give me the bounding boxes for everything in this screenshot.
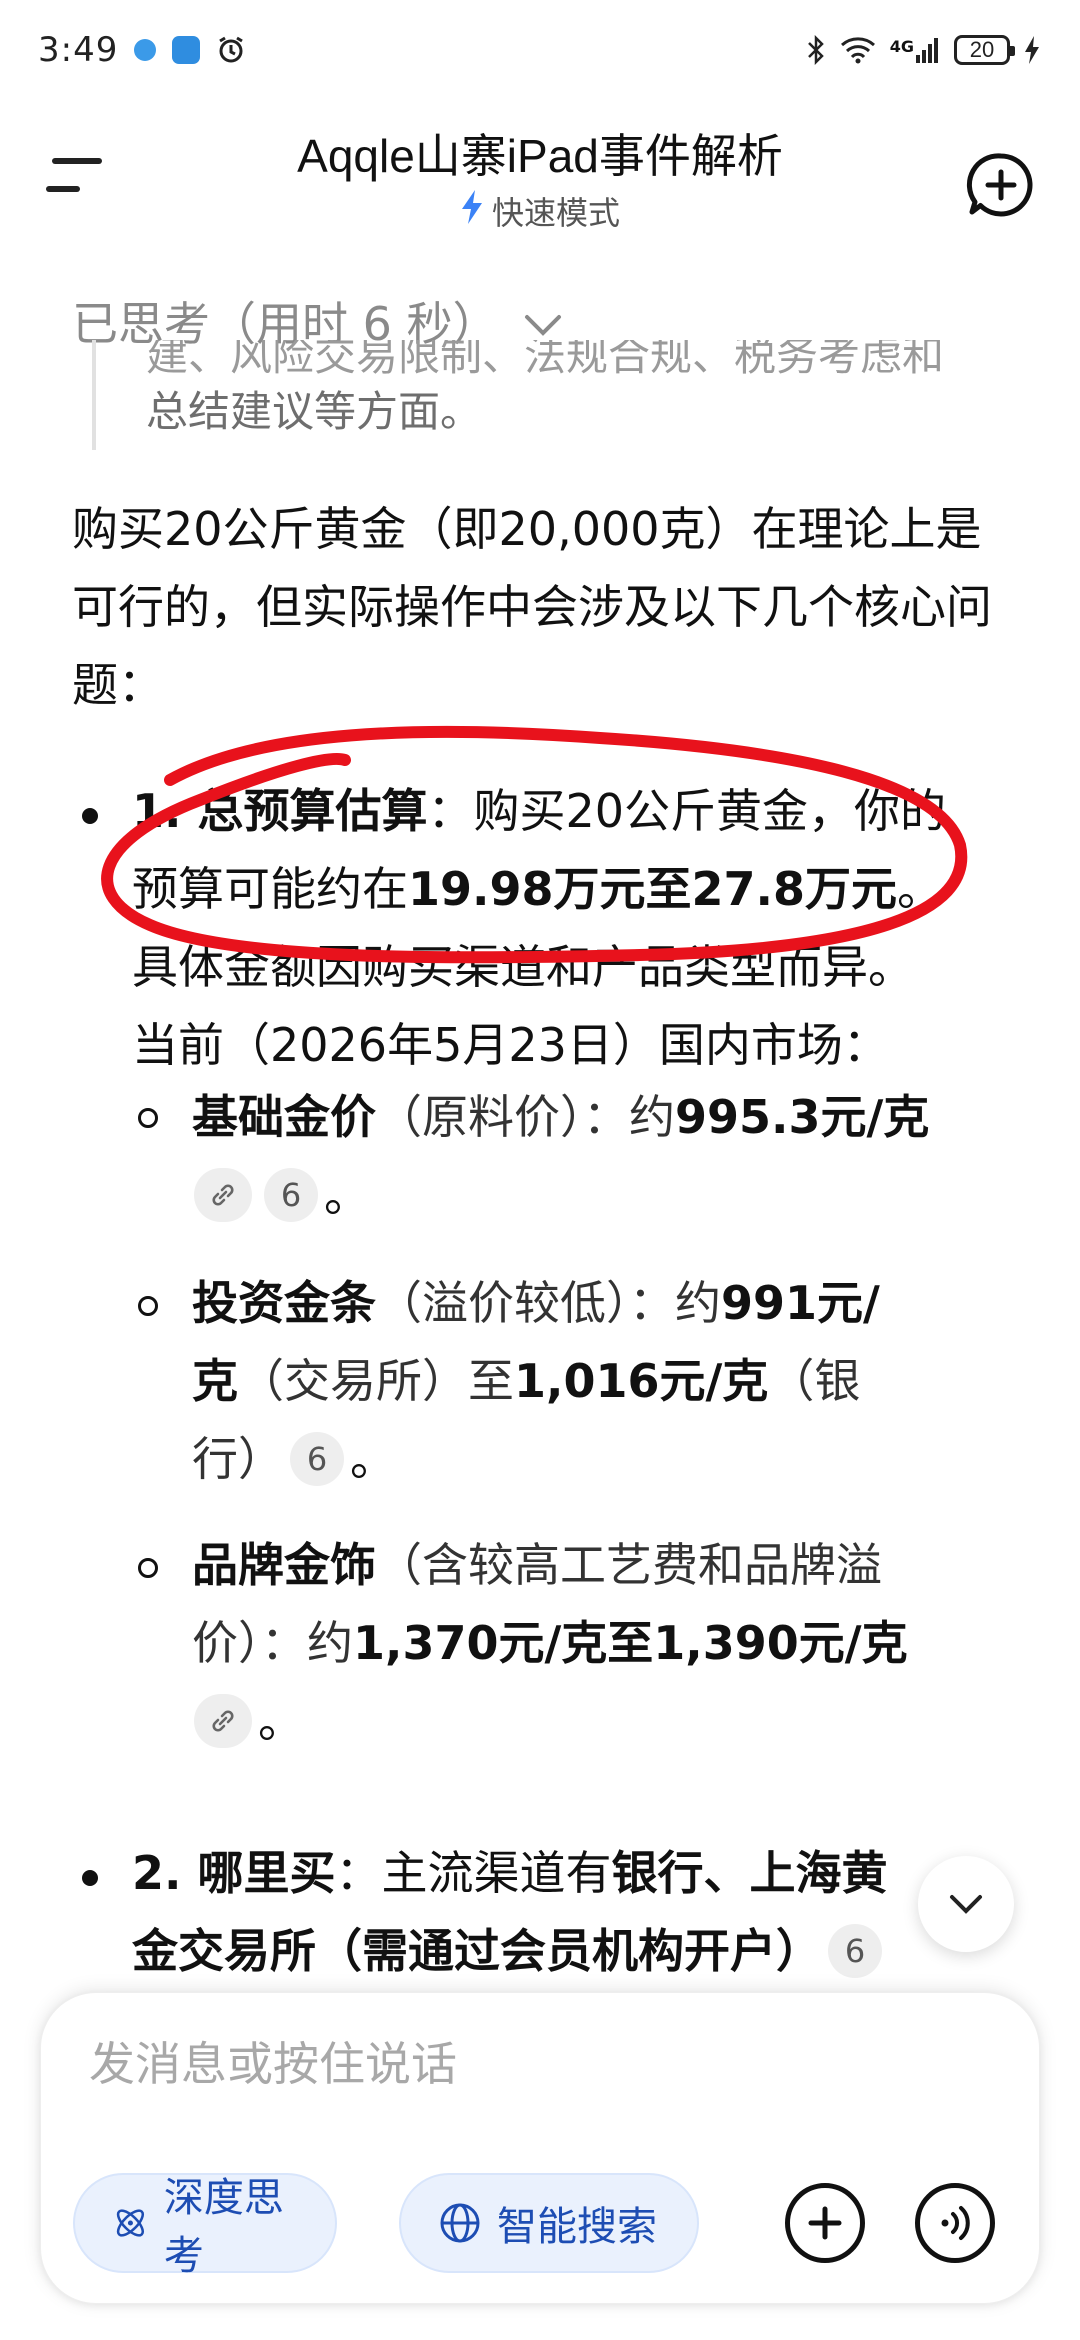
status-left: 3:49 [38, 30, 246, 70]
status-bar: 3:49 4G 20 [0, 0, 1080, 100]
cellular-signal-icon: 4G [890, 37, 940, 63]
message-input[interactable] [89, 2029, 989, 2099]
sub3-price: 1,370元/克至1,390元/克 [353, 1616, 908, 1670]
deep-thinking-label: 深度思考 [163, 2175, 284, 2279]
chat-header: Aqqle山寨iPad事件解析 快速模式 [0, 110, 1080, 250]
new-chat-button[interactable] [966, 150, 1036, 220]
sub3-desc: （含较高工艺费和品牌溢 [376, 1538, 882, 1592]
sub2-line2: 克（交易所）至1,016元/克（银 [192, 1342, 860, 1420]
sub3-end: 。 [258, 1694, 304, 1748]
battery-indicator: 20 [954, 35, 1015, 65]
section2-text: ：主流渠道有 [335, 1846, 612, 1900]
section2-exchange: 金交易所（需通过会员机构开户） [132, 1924, 822, 1978]
source-link-chip[interactable] [194, 1693, 252, 1748]
deep-thinking-button[interactable]: 深度思考 [73, 2173, 337, 2279]
sub1-price: 995.3元/克 [675, 1090, 930, 1144]
link-icon [212, 1183, 234, 1206]
sub-bullet [138, 1108, 158, 1128]
charging-bolt-icon [1024, 36, 1040, 64]
mode-selector[interactable]: 快速模式 [0, 188, 1080, 234]
sub-bullet [138, 1558, 158, 1578]
status-time: 3:49 [38, 30, 119, 70]
sub1-line2: 6。 [188, 1156, 370, 1234]
sub3-line3: 。 [188, 1682, 304, 1760]
section2-heading: 2. 哪里买 [132, 1846, 336, 1900]
sub2-bank-start: （银 [768, 1354, 861, 1408]
bluetooth-icon [806, 35, 826, 65]
globe-icon [440, 2203, 480, 2243]
section2-line1: 2. 哪里买：主流渠道有银行、上海黄 [132, 1834, 888, 1912]
sub2-desc: （溢价较低）：约 [376, 1276, 721, 1330]
sub2-label: 投资金条 [192, 1276, 376, 1330]
sub2-end: 。 [350, 1432, 396, 1486]
attach-button[interactable] [785, 2183, 865, 2263]
plus-icon [808, 2206, 842, 2240]
voice-input-button[interactable] [915, 2183, 995, 2263]
sub3-desc-end: 价）：约 [192, 1616, 353, 1670]
sub3-line1: 品牌金饰（含较高工艺费和品牌溢 [192, 1526, 882, 1604]
chevron-down-icon [950, 1895, 982, 1914]
new-chat-icon [966, 153, 1033, 217]
mode-label: 快速模式 [491, 194, 620, 232]
bullet-dot [82, 1870, 98, 1886]
sub2-bank-end: 行） [192, 1432, 284, 1486]
citation-chip[interactable]: 6 [290, 1431, 344, 1486]
wifi-icon [840, 36, 876, 64]
sub-bullet [138, 1296, 158, 1316]
sub2-exchange: （交易所）至 [238, 1354, 514, 1408]
sub1-line1: 基础金价（原料价）：约995.3元/克 [192, 1078, 929, 1156]
voice-wave-icon [941, 2206, 970, 2240]
browser-app-icon [134, 39, 157, 61]
section2-channels: 银行、上海黄 [611, 1846, 888, 1900]
sub2-price-low: 991元/ [721, 1276, 880, 1330]
link-icon [212, 1709, 234, 1732]
atom-icon [116, 2209, 145, 2237]
sub2-price-high: 1,016元/克 [514, 1354, 769, 1408]
weather-app-icon [172, 36, 201, 64]
status-right: 4G 20 [806, 35, 1040, 65]
battery-level: 20 [969, 37, 995, 62]
alarm-icon [216, 35, 246, 65]
sub1-label: 基础金价 [192, 1090, 376, 1144]
section2-line2: 金交易所（需通过会员机构开户） 6 [132, 1912, 888, 1990]
message-composer: 深度思考 智能搜索 [40, 1992, 1040, 2304]
sub1-end: 。 [324, 1168, 370, 1222]
sub2-unit: 克 [192, 1354, 238, 1408]
message-content[interactable]: 已思考（用时 6 秒） 建、风险交易限制、法规合规、税务考虑和 总结建议等方面。… [0, 260, 1080, 1990]
conversation-title[interactable]: Aqqle山寨iPad事件解析 [0, 120, 1080, 186]
sub2-line1: 投资金条（溢价较低）：约991元/ [192, 1264, 880, 1342]
network-type-label: 4G [889, 37, 914, 56]
source-link-chip[interactable] [194, 1167, 252, 1222]
page: 3:49 4G 20 Aqqle山寨iPad事件解析 快速模式 已思考（用时 6… [0, 0, 1080, 2340]
smart-search-button[interactable]: 智能搜索 [399, 2173, 699, 2273]
lightning-icon [460, 190, 484, 232]
sub1-desc: （原料价）：约 [376, 1090, 675, 1144]
citation-chip[interactable]: 6 [264, 1167, 318, 1222]
sub3-line2: 价）：约1,370元/克至1,390元/克 [192, 1604, 908, 1682]
citation-chip[interactable]: 6 [828, 1923, 882, 1978]
smart-search-label: 智能搜索 [497, 2204, 657, 2250]
scroll-to-bottom-button[interactable] [918, 1856, 1014, 1952]
sub3-label: 品牌金饰 [192, 1538, 376, 1592]
sub2-line3: 行） 6。 [192, 1420, 396, 1498]
